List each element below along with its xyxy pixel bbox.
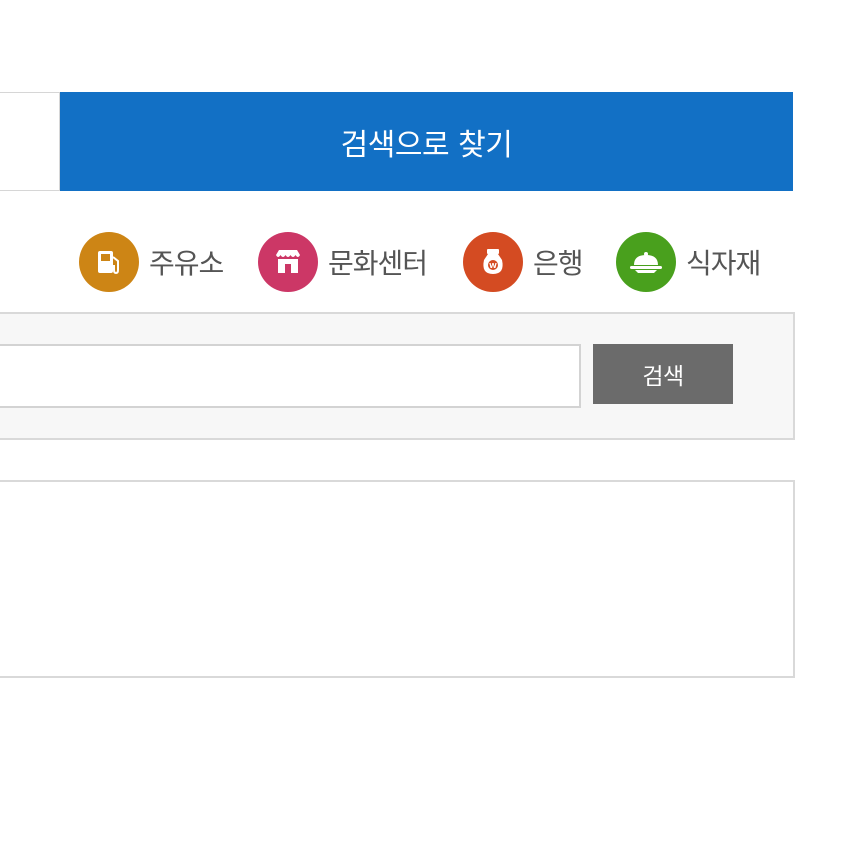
category-culture-center[interactable]: 문화센터 [258, 231, 428, 293]
category-gas-station[interactable]: 주유소 [79, 231, 224, 293]
search-input[interactable] [0, 344, 581, 408]
category-bank[interactable]: W 은행 [463, 231, 584, 293]
results-box [0, 480, 795, 678]
search-button[interactable]: 검색 [593, 344, 733, 404]
food-dish-icon [616, 232, 676, 292]
category-label: 은행 [533, 247, 584, 280]
svg-text:W: W [489, 262, 497, 270]
category-label: 문화센터 [328, 247, 428, 280]
tab-inactive[interactable] [0, 92, 60, 191]
category-label: 식자재 [686, 247, 761, 280]
category-label: 주유소 [149, 247, 224, 280]
page: 검색으로 찾기 주유소 문화센터 W 은행 식자재 검색 [0, 0, 844, 858]
category-food-ingredients[interactable]: 식자재 [616, 231, 761, 293]
gas-pump-icon [79, 232, 139, 292]
search-button-label: 검색 [642, 364, 684, 390]
money-bag-icon: W [463, 232, 523, 292]
tab-search-label: 검색으로 찾기 [340, 127, 513, 163]
store-icon [258, 232, 318, 292]
tab-search[interactable]: 검색으로 찾기 [60, 92, 793, 191]
